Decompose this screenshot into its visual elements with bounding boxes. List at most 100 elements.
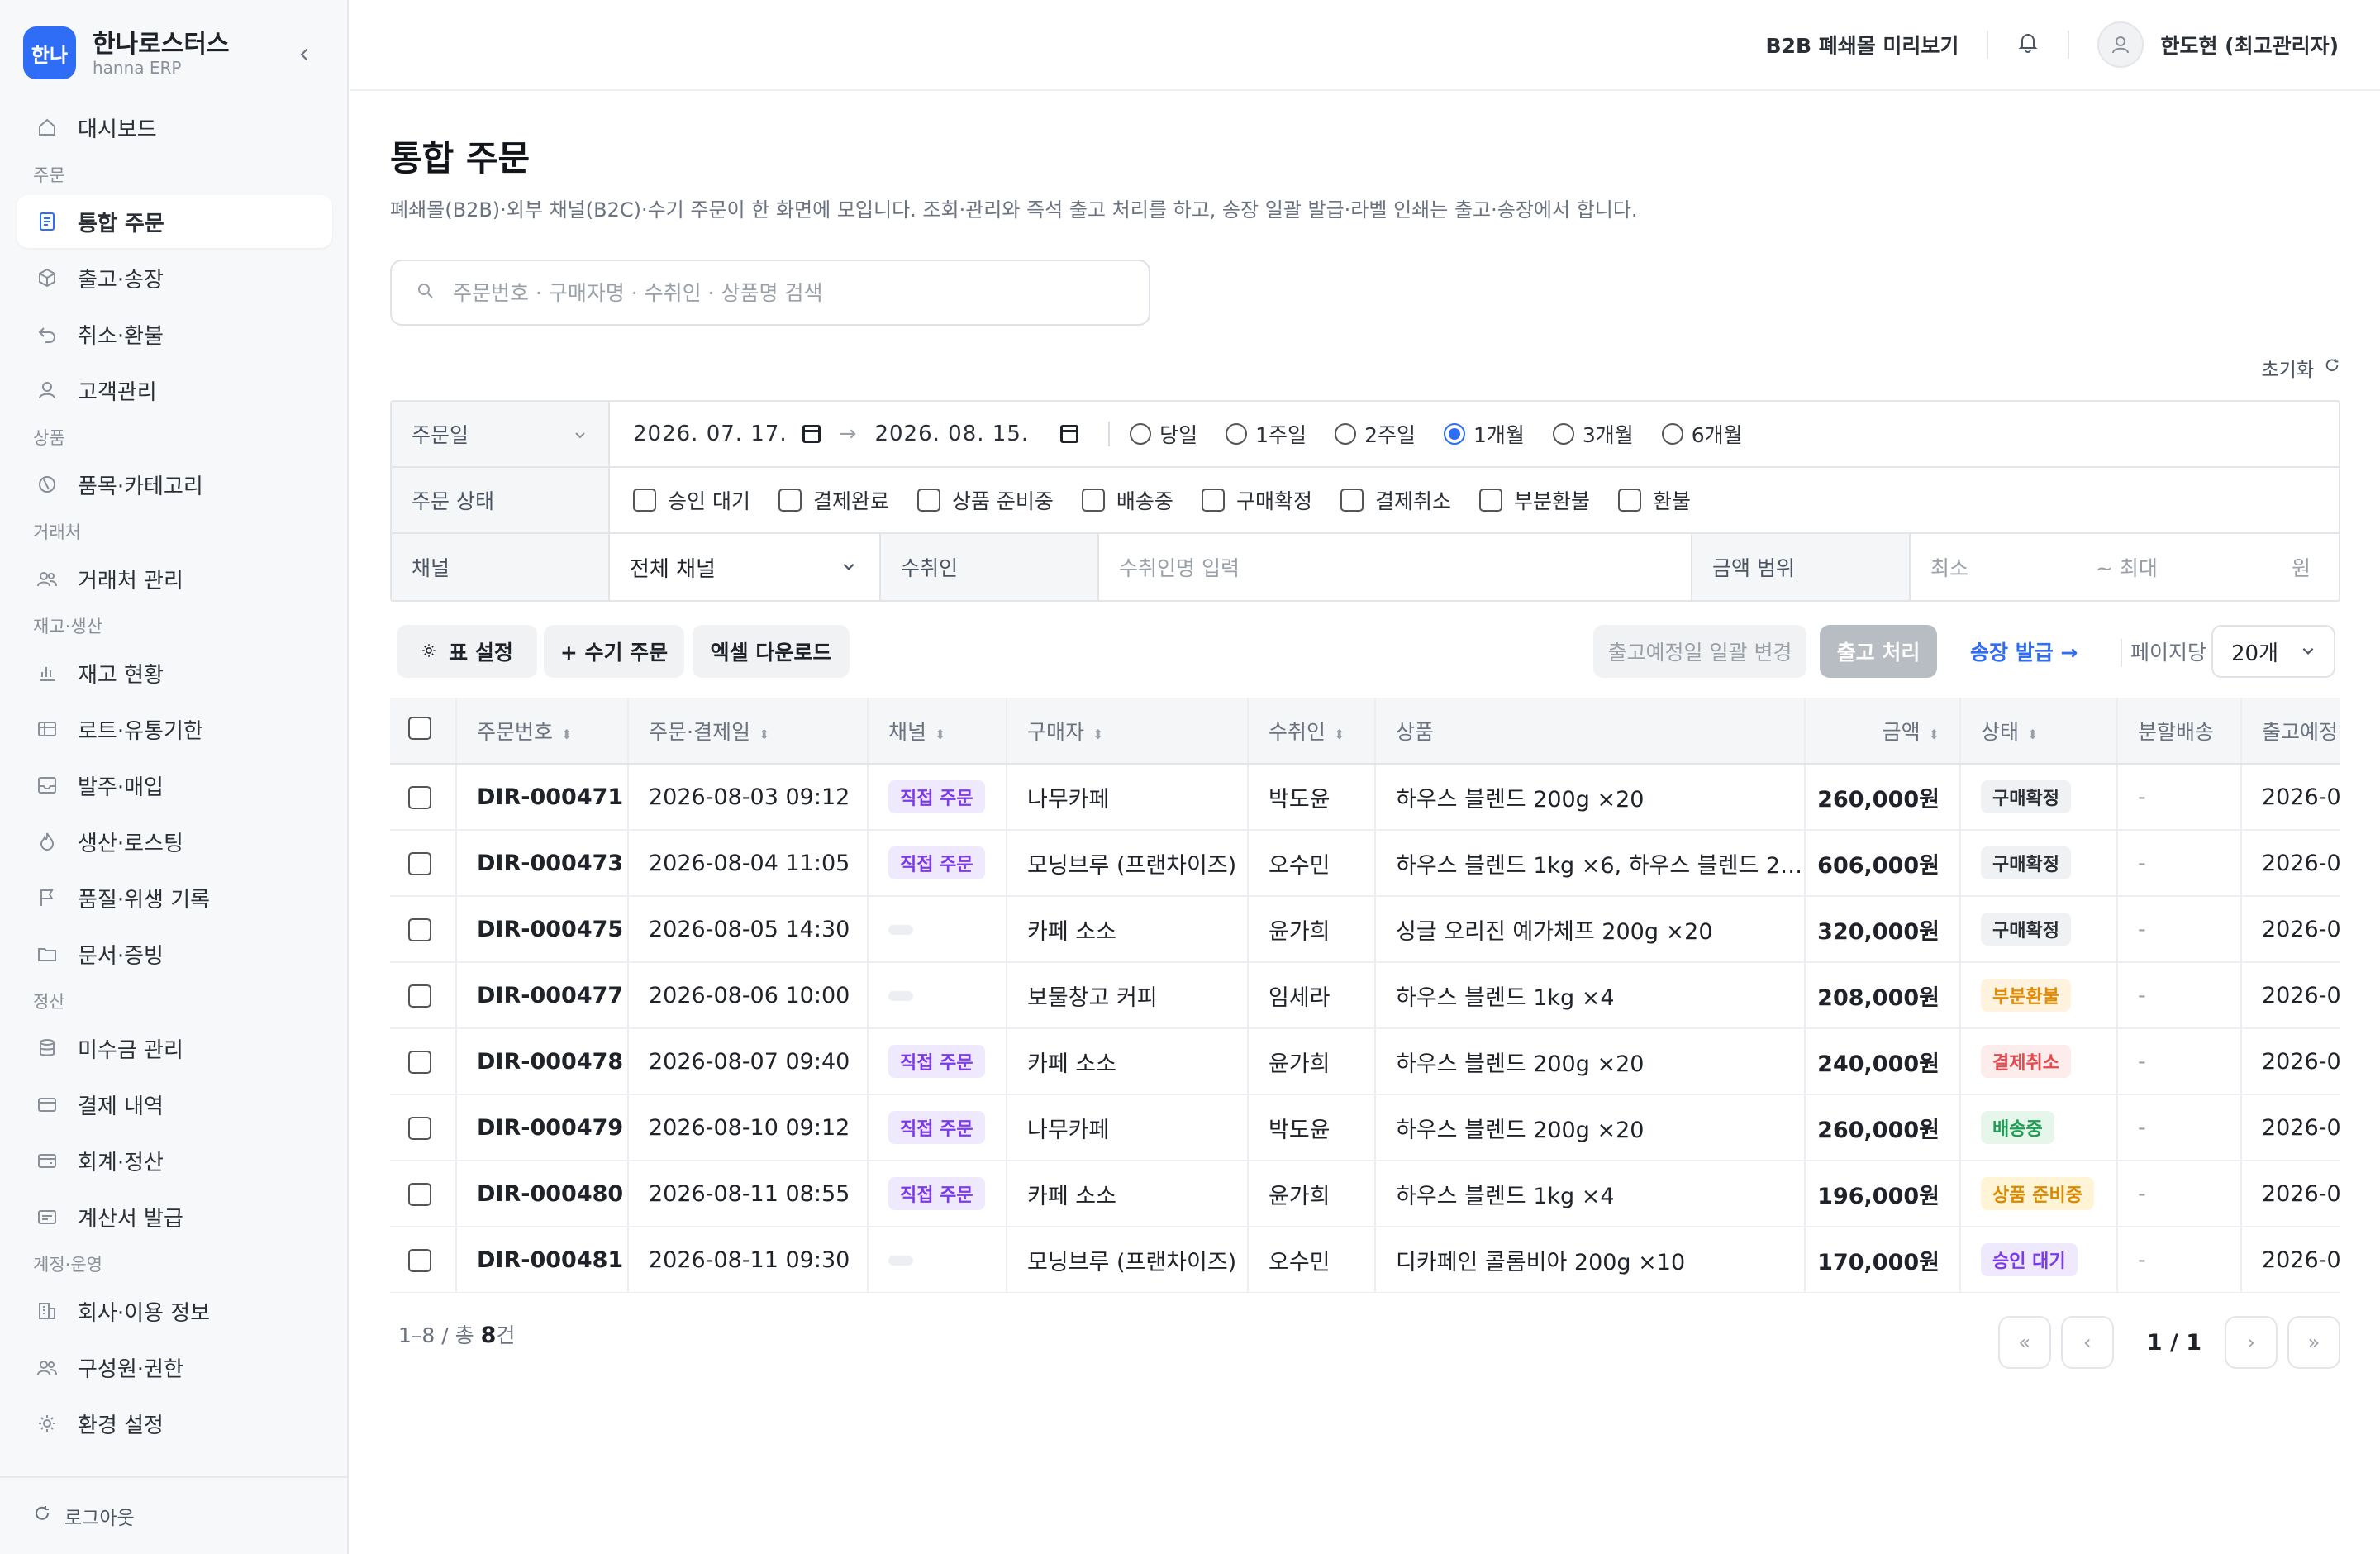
sidebar-item-receivables[interactable]: 미수금 관리 — [17, 1022, 332, 1075]
order-id[interactable]: DIR-000478 — [456, 1028, 629, 1095]
row-checkbox[interactable] — [408, 918, 431, 941]
table-row[interactable]: DIR-000477 2026-08-06 10:00 보물창고 커피 임세라 하우스 … — [390, 962, 2340, 1029]
receiver-input[interactable]: 수취인명 입력 — [1099, 534, 1692, 600]
order-id[interactable]: DIR-000480 — [456, 1161, 629, 1227]
row-checkbox[interactable] — [408, 1249, 431, 1272]
period-option-1w[interactable]: 1주일 — [1226, 419, 1307, 449]
radio-button[interactable] — [1226, 423, 1248, 445]
period-option-1m[interactable]: 1개월 — [1443, 419, 1525, 449]
sidebar-item-dashboard[interactable]: 대시보드 — [17, 101, 332, 154]
date-to-input[interactable]: 2026. 08. 15. — [874, 422, 1079, 446]
period-option-3m[interactable]: 3개월 — [1552, 419, 1634, 449]
sidebar-item-roasting[interactable]: 생산·로스팅 — [17, 815, 332, 868]
amount-min-input[interactable]: 최소 — [1930, 552, 2096, 582]
row-checkbox[interactable] — [408, 1183, 431, 1206]
first-page-button[interactable]: « — [1997, 1316, 2051, 1369]
column-header[interactable]: 구매자 ⬍ — [1007, 698, 1249, 765]
column-header[interactable]: 출고예정일 — [2241, 698, 2340, 765]
column-header[interactable]: 주문번호 ⬍ — [456, 698, 629, 765]
table-row[interactable]: DIR-000478 2026-08-07 09:40 직접 주문 카페 소소 윤가희 하… — [390, 1028, 2340, 1095]
sidebar-item-lots[interactable]: 로트·유통기한 — [17, 703, 332, 756]
status-option[interactable]: 배송중 — [1081, 485, 1173, 515]
checkbox[interactable] — [778, 489, 802, 512]
period-option-today[interactable]: 당일 — [1130, 419, 1197, 449]
checkbox[interactable] — [633, 489, 656, 512]
sidebar-item-purchasing[interactable]: 발주·매입 — [17, 759, 332, 812]
status-option[interactable]: 결제취소 — [1340, 485, 1451, 515]
sidebar-item-payments[interactable]: 결제 내역 — [17, 1078, 332, 1131]
sidebar-item-partners[interactable]: 거래처 관리 — [17, 552, 332, 605]
period-option-2w[interactable]: 2주일 — [1335, 419, 1416, 449]
logout-button[interactable]: 로그아웃 — [0, 1476, 349, 1554]
date-type-select[interactable]: 주문일 — [392, 402, 610, 466]
channel-select[interactable]: 전체 채널 — [610, 534, 881, 600]
checkbox[interactable] — [916, 489, 940, 512]
status-option[interactable]: 결제완료 — [778, 485, 889, 515]
ship-button[interactable]: 출고 처리 — [1820, 625, 1937, 678]
sidebar-item-shipping[interactable]: 출고·송장 — [17, 251, 332, 304]
search-input[interactable] — [453, 280, 1130, 305]
chevron-left-icon[interactable] — [288, 38, 321, 71]
row-checkbox[interactable] — [408, 984, 431, 1008]
b2b-preview-link[interactable]: B2B 폐쇄몰 미리보기 — [1766, 30, 1959, 60]
order-id[interactable]: DIR-000471 — [456, 764, 629, 831]
radio-button[interactable] — [1130, 423, 1152, 445]
checkbox[interactable] — [1340, 489, 1364, 512]
manual-order-button[interactable]: + 수기 주문 — [544, 625, 684, 678]
table-row[interactable]: DIR-000475 2026-08-05 14:30 카페 소소 윤가희 싱글 오리진… — [390, 896, 2340, 963]
checkbox[interactable] — [1081, 489, 1105, 512]
status-option[interactable]: 환불 — [1617, 485, 1691, 515]
invoice-link[interactable]: 송장 발급 → — [1970, 625, 2078, 678]
sidebar-item-customers[interactable]: 고객관리 — [17, 364, 332, 417]
order-id[interactable]: DIR-000481 — [456, 1227, 629, 1293]
sidebar-item-settings[interactable]: 환경 설정 — [17, 1397, 332, 1450]
status-option[interactable]: 부분환불 — [1478, 485, 1590, 515]
period-option-6m[interactable]: 6개월 — [1661, 419, 1743, 449]
sidebar-item-inventory[interactable]: 재고 현황 — [17, 646, 332, 699]
column-header[interactable]: 금액 ⬍ — [1805, 698, 1961, 765]
reset-filters-button[interactable]: 초기화 — [2262, 354, 2340, 382]
column-header[interactable]: 채널 ⬍ — [868, 698, 1007, 765]
table-row[interactable]: DIR-000473 2026-08-04 11:05 직접 주문 모닝브루 (프랜차… — [390, 830, 2340, 897]
row-checkbox[interactable] — [408, 1051, 431, 1074]
row-checkbox[interactable] — [408, 1117, 431, 1140]
sidebar-item-documents[interactable]: 문서·증빙 — [17, 927, 332, 980]
sidebar-item-accounting[interactable]: 회계·정산 — [17, 1134, 332, 1187]
order-id[interactable]: DIR-000479 — [456, 1094, 629, 1161]
checkbox[interactable] — [1617, 489, 1641, 512]
table-row[interactable]: DIR-000481 2026-08-11 09:30 모닝브루 (프랜차이즈) 오수… — [390, 1227, 2340, 1293]
bell-icon[interactable] — [2016, 31, 2040, 60]
column-header[interactable]: 주문·결제일 ⬍ — [628, 698, 869, 765]
user-menu[interactable]: 한도현 (최고관리자) — [2097, 21, 2339, 68]
radio-button[interactable] — [1661, 423, 1683, 445]
prev-page-button[interactable]: ‹ — [2060, 1316, 2114, 1369]
sidebar-item-products[interactable]: 품목·카테고리 — [17, 458, 332, 511]
radio-button[interactable] — [1552, 423, 1574, 445]
order-id[interactable]: DIR-000475 — [456, 896, 629, 963]
sidebar-item-quality[interactable]: 품질·위생 기록 — [17, 871, 332, 924]
per-page-select[interactable]: 20개 — [2211, 625, 2335, 678]
amount-max-input[interactable]: ~ 최대 — [2096, 552, 2292, 582]
sidebar-item-invoices[interactable]: 계산서 발급 — [17, 1190, 332, 1243]
sidebar-item-company[interactable]: 회사·이용 정보 — [17, 1285, 332, 1337]
radio-button[interactable] — [1335, 423, 1357, 445]
table-row[interactable]: DIR-000480 2026-08-11 08:55 직접 주문 카페 소소 윤가희 하… — [390, 1161, 2340, 1227]
checkbox[interactable] — [1478, 489, 1502, 512]
sidebar-item-members[interactable]: 구성원·권한 — [17, 1341, 332, 1394]
table-row[interactable]: DIR-000471 2026-08-03 09:12 직접 주문 나무카페 박도윤 하우… — [390, 764, 2340, 831]
order-id[interactable]: DIR-000477 — [456, 962, 629, 1029]
next-page-button[interactable]: › — [2225, 1316, 2278, 1369]
last-page-button[interactable]: » — [2287, 1316, 2340, 1369]
status-option[interactable]: 구매확정 — [1201, 485, 1312, 515]
status-option[interactable]: 상품 준비중 — [916, 485, 1054, 515]
row-checkbox[interactable] — [408, 786, 431, 809]
order-id[interactable]: DIR-000473 — [456, 830, 629, 897]
radio-button-selected[interactable] — [1443, 423, 1465, 445]
status-option[interactable]: 승인 대기 — [633, 485, 750, 515]
bulk-ship-date-button[interactable]: 출고예정일 일괄 변경 — [1593, 625, 1806, 678]
sidebar-item-refunds[interactable]: 취소·환불 — [17, 307, 332, 360]
excel-download-button[interactable]: 엑셀 다운로드 — [693, 625, 850, 678]
table-settings-button[interactable]: 표 설정 — [397, 625, 537, 678]
checkbox[interactable] — [1201, 489, 1225, 512]
date-from-input[interactable]: 2026. 07. 17. — [633, 422, 821, 446]
